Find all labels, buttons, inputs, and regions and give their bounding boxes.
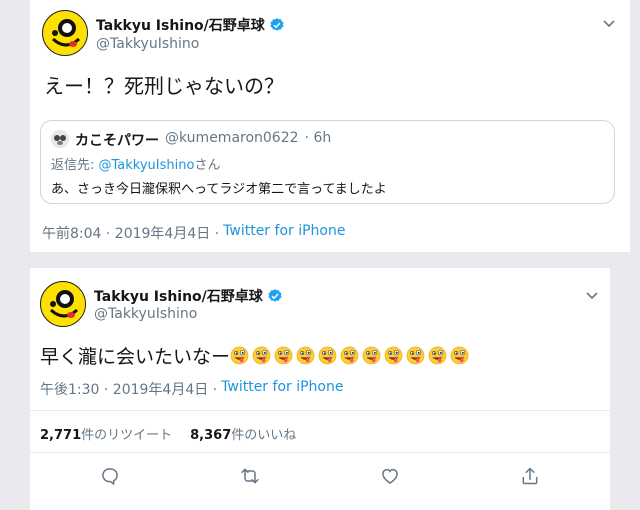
zany-face-icon	[274, 346, 293, 365]
quote-avatar	[51, 130, 69, 148]
zany-face-icon	[340, 346, 359, 365]
retweets-label: 件のリツイート	[81, 428, 173, 443]
verified-badge-icon	[270, 18, 284, 31]
quoted-tweet[interactable]: カこそパワー @kumemaron0622 · 6h 返信先: @TakkyuI…	[40, 120, 615, 204]
avatar[interactable]	[42, 10, 88, 56]
chevron-down-icon[interactable]	[585, 288, 599, 302]
likes-label: 件のいいね	[231, 428, 297, 443]
zany-face-icon	[384, 346, 403, 365]
retweets-count: 2,771	[40, 428, 82, 443]
retweet-icon[interactable]	[240, 466, 260, 486]
quote-handle: @kumemaron0622	[165, 130, 299, 146]
display-name[interactable]: Takkyu Ishino/石野卓球	[94, 286, 263, 306]
reply-to-handle[interactable]: @TakkyuIshino	[99, 158, 195, 173]
zany-face-icon	[296, 346, 315, 365]
zany-face-icon	[406, 346, 425, 365]
handle[interactable]: @TakkyuIshino	[96, 36, 199, 52]
zany-face-icon	[230, 346, 249, 365]
tweet-text: えー！？死刑じゃないの？	[44, 74, 284, 98]
author-row: Takkyu Ishino/石野卓球	[96, 15, 285, 35]
heart-icon[interactable]	[380, 466, 400, 486]
reply-icon[interactable]	[100, 466, 120, 486]
zany-face-icon	[450, 346, 469, 365]
timestamp[interactable]: 午後1:30 · 2019年4月4日 ·	[40, 379, 217, 399]
share-icon[interactable]	[520, 466, 540, 486]
engagement-stats: 2,771件のリツイート 8,367件のいいね	[40, 424, 296, 443]
zany-face-icon	[428, 346, 447, 365]
tweet-text-body: 早く瀧に会いたいなー	[40, 346, 231, 368]
likes-count: 8,367	[190, 428, 232, 443]
tweet-timestamp-row: 午後1:30 · 2019年4月4日 · Twitter for iPhone	[40, 379, 343, 399]
zany-face-icon	[318, 346, 337, 365]
quote-display-name: カこそパワー	[75, 133, 159, 149]
tweet-card-2: Takkyu Ishino/石野卓球 @TakkyuIshino 早く瀧に会いた…	[30, 268, 610, 510]
quote-author-row: カこそパワー @kumemaron0622 · 6h	[75, 130, 331, 150]
zany-face-icon	[252, 346, 271, 365]
chevron-down-icon[interactable]	[602, 16, 616, 30]
quote-reply-context: 返信先: @TakkyuIshinoさん	[51, 154, 220, 173]
source-link[interactable]: Twitter for iPhone	[221, 379, 343, 399]
tweet-timestamp-row: 午前8:04 · 2019年4月4日 · Twitter for iPhone	[42, 223, 345, 243]
author-row: Takkyu Ishino/石野卓球	[94, 286, 283, 306]
timestamp[interactable]: 午前8:04 · 2019年4月4日 ·	[42, 223, 219, 243]
emoji-row	[230, 346, 472, 368]
reply-prefix: 返信先:	[51, 158, 99, 173]
verified-badge-icon	[268, 289, 282, 302]
reply-suffix: さん	[194, 158, 221, 173]
action-bar	[30, 466, 610, 486]
divider	[30, 410, 610, 411]
retweets-stat[interactable]: 2,771件のリツイート	[40, 424, 172, 443]
divider	[30, 452, 610, 453]
display-name[interactable]: Takkyu Ishino/石野卓球	[96, 15, 265, 35]
quote-text: あ、さっき今日瀧保釈へってラジオ第二で言ってましたよ	[51, 182, 387, 197]
tweet-text: 早く瀧に会いたいなー	[40, 342, 472, 369]
handle[interactable]: @TakkyuIshino	[94, 306, 197, 322]
quote-age: · 6h	[304, 130, 332, 146]
likes-stat[interactable]: 8,367件のいいね	[190, 424, 296, 443]
avatar[interactable]	[40, 281, 86, 327]
tweet-card-1: Takkyu Ishino/石野卓球 @TakkyuIshino えー！？死刑じ…	[30, 0, 630, 252]
source-link[interactable]: Twitter for iPhone	[223, 223, 345, 243]
zany-face-icon	[362, 346, 381, 365]
